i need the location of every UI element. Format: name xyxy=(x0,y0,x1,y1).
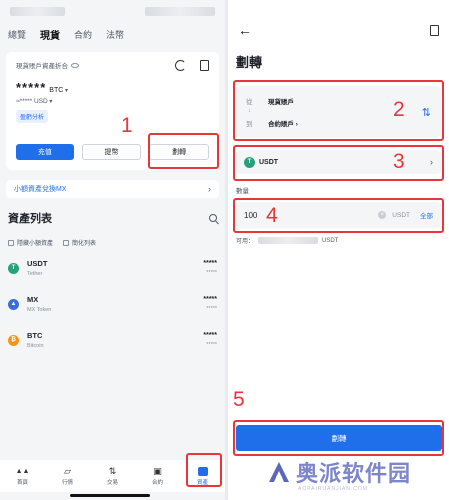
nav-markets[interactable]: ▱ 行情 xyxy=(48,465,88,487)
pie-chart-icon[interactable] xyxy=(175,60,186,71)
available-label: 可用： xyxy=(236,239,255,245)
coin-row-usdt[interactable]: T USDT Tether ***** ***** xyxy=(0,251,225,285)
nav-trade[interactable]: ⇅ 交易 xyxy=(93,465,133,487)
back-arrow-icon[interactable]: ← xyxy=(238,22,252,38)
annotation-box-3 xyxy=(233,145,444,181)
annotation-number-3: 3 xyxy=(393,150,405,173)
status-bar xyxy=(0,0,225,22)
tab-fiat[interactable]: 法幣 xyxy=(106,28,124,41)
coin-sub-amount: ***** xyxy=(206,306,217,312)
hide-small-checkbox[interactable]: 隱藏小額資產 xyxy=(8,238,53,247)
simple-list-label: 簡化列表 xyxy=(72,241,97,247)
markets-icon: ▱ xyxy=(64,465,71,476)
coin-value: ***** ***** xyxy=(203,296,217,312)
annotation-box-1 xyxy=(148,133,219,169)
simple-list-checkbox[interactable]: 簡化列表 xyxy=(63,238,96,247)
tab-spot[interactable]: 現貨 xyxy=(40,27,60,42)
trade-icon: ⇅ xyxy=(108,465,117,476)
nav-label: 行情 xyxy=(61,480,73,486)
checkbox-icon xyxy=(63,240,70,246)
annotation-box-4 xyxy=(233,198,444,233)
tab-overview[interactable]: 總覽 xyxy=(8,28,26,41)
record-icon[interactable] xyxy=(430,24,439,36)
tab-futures[interactable]: 合約 xyxy=(74,28,92,41)
coin-text: USDT Tether xyxy=(27,259,203,277)
nav-futures[interactable]: ▣ 合約 xyxy=(138,465,178,487)
coin-list: T USDT Tether ***** ***** ▲ MX MX Token … xyxy=(0,251,225,357)
usdt-icon: T xyxy=(8,262,19,274)
sub-balance[interactable]: ≈***** USD xyxy=(16,98,209,105)
annotation-number-4: 4 xyxy=(266,204,278,227)
watermark-text: 奥派软件园 xyxy=(296,461,412,486)
annotation-number-2: 2 xyxy=(393,98,405,121)
mx-icon: ▲ xyxy=(8,298,19,310)
coin-symbol: MX xyxy=(27,295,39,304)
nav-home[interactable]: ▲▲ 首頁 xyxy=(3,466,43,487)
coin-name: Bitcoin xyxy=(27,343,44,349)
coin-symbol: USDT xyxy=(27,259,48,268)
btc-icon: ₿ xyxy=(8,334,19,346)
hide-small-label: 隱藏小額資產 xyxy=(17,241,54,247)
watermark-logo-icon xyxy=(269,462,289,482)
coin-amount: ***** xyxy=(203,260,217,267)
coin-amount: ***** xyxy=(203,296,217,303)
eye-icon[interactable] xyxy=(71,62,79,68)
small-asset-convert-banner[interactable]: 小額資產兌換MX › xyxy=(6,180,219,198)
futures-icon: ▣ xyxy=(153,465,162,476)
balance-value: ***** xyxy=(16,80,47,95)
annotation-box-assets xyxy=(186,453,222,487)
coin-name: Tether xyxy=(27,271,43,277)
balance-row: ***** BTC xyxy=(16,80,209,95)
status-blur-right xyxy=(145,6,215,16)
checkbox-icon xyxy=(8,240,14,246)
available-unit: USDT xyxy=(322,237,339,244)
nav-label: 合約 xyxy=(151,480,163,486)
coin-sub-amount: ***** xyxy=(206,342,217,348)
annotation-box-2 xyxy=(233,80,444,141)
spot-assets-screen: 總覽 現貨 合約 法幣 現貨賬戶資產折合 ***** BTC ≈***** US… xyxy=(0,0,225,500)
available-blur xyxy=(258,237,319,244)
asset-list-header: 資產列表 xyxy=(0,210,225,226)
pnl-analysis-button[interactable]: 盈虧分析 xyxy=(16,110,49,123)
watermark: 奥派软件园 xyxy=(268,456,411,488)
asset-filters: 隱藏小額資產 簡化列表 xyxy=(0,238,225,247)
home-indicator xyxy=(70,494,150,497)
card-icons xyxy=(175,60,209,71)
document-icon[interactable] xyxy=(200,60,209,71)
nav-label: 交易 xyxy=(106,480,118,486)
coin-row-btc[interactable]: ₿ BTC Bitcoin ***** ***** xyxy=(0,323,225,357)
coin-symbol: BTC xyxy=(27,331,43,340)
coin-value: ***** ***** xyxy=(203,260,217,276)
quantity-label: 數量 xyxy=(236,188,249,195)
asset-tabs: 總覽 現貨 合約 法幣 xyxy=(0,22,225,46)
annotation-box-5 xyxy=(233,420,444,456)
chevron-right-icon: › xyxy=(208,184,211,194)
coin-row-mx[interactable]: ▲ MX MX Token ***** ***** xyxy=(0,287,225,321)
page-title: 劃轉 xyxy=(236,55,263,70)
coin-value: ***** ***** xyxy=(203,332,217,348)
coin-amount: ***** xyxy=(203,332,217,339)
available-balance: 可用： USDT xyxy=(236,236,338,245)
status-blur-left xyxy=(10,6,65,16)
asset-list-title: 資產列表 xyxy=(8,213,52,225)
coin-text: BTC Bitcoin xyxy=(27,331,203,349)
deposit-button[interactable]: 充值 xyxy=(16,144,74,160)
search-icon[interactable] xyxy=(209,214,217,222)
top-bar: ← xyxy=(228,10,449,50)
watermark-subtext: AOPAIRUANJIAN.COM xyxy=(298,486,368,492)
asset-title-text: 現貨賬戶資產折合 xyxy=(16,63,68,70)
annotation-number-5: 5 xyxy=(233,388,245,411)
promo-text: 小額資產兌換MX xyxy=(14,186,67,193)
balance-unit-select[interactable]: BTC xyxy=(49,87,68,94)
coin-sub-amount: ***** xyxy=(206,270,217,276)
annotation-number-1: 1 xyxy=(121,114,133,137)
coin-name: MX Token xyxy=(27,307,52,313)
coin-text: MX MX Token xyxy=(27,295,203,313)
home-icon: ▲▲ xyxy=(15,467,30,475)
withdraw-button[interactable]: 提幣 xyxy=(81,144,142,160)
nav-label: 首頁 xyxy=(16,480,28,486)
